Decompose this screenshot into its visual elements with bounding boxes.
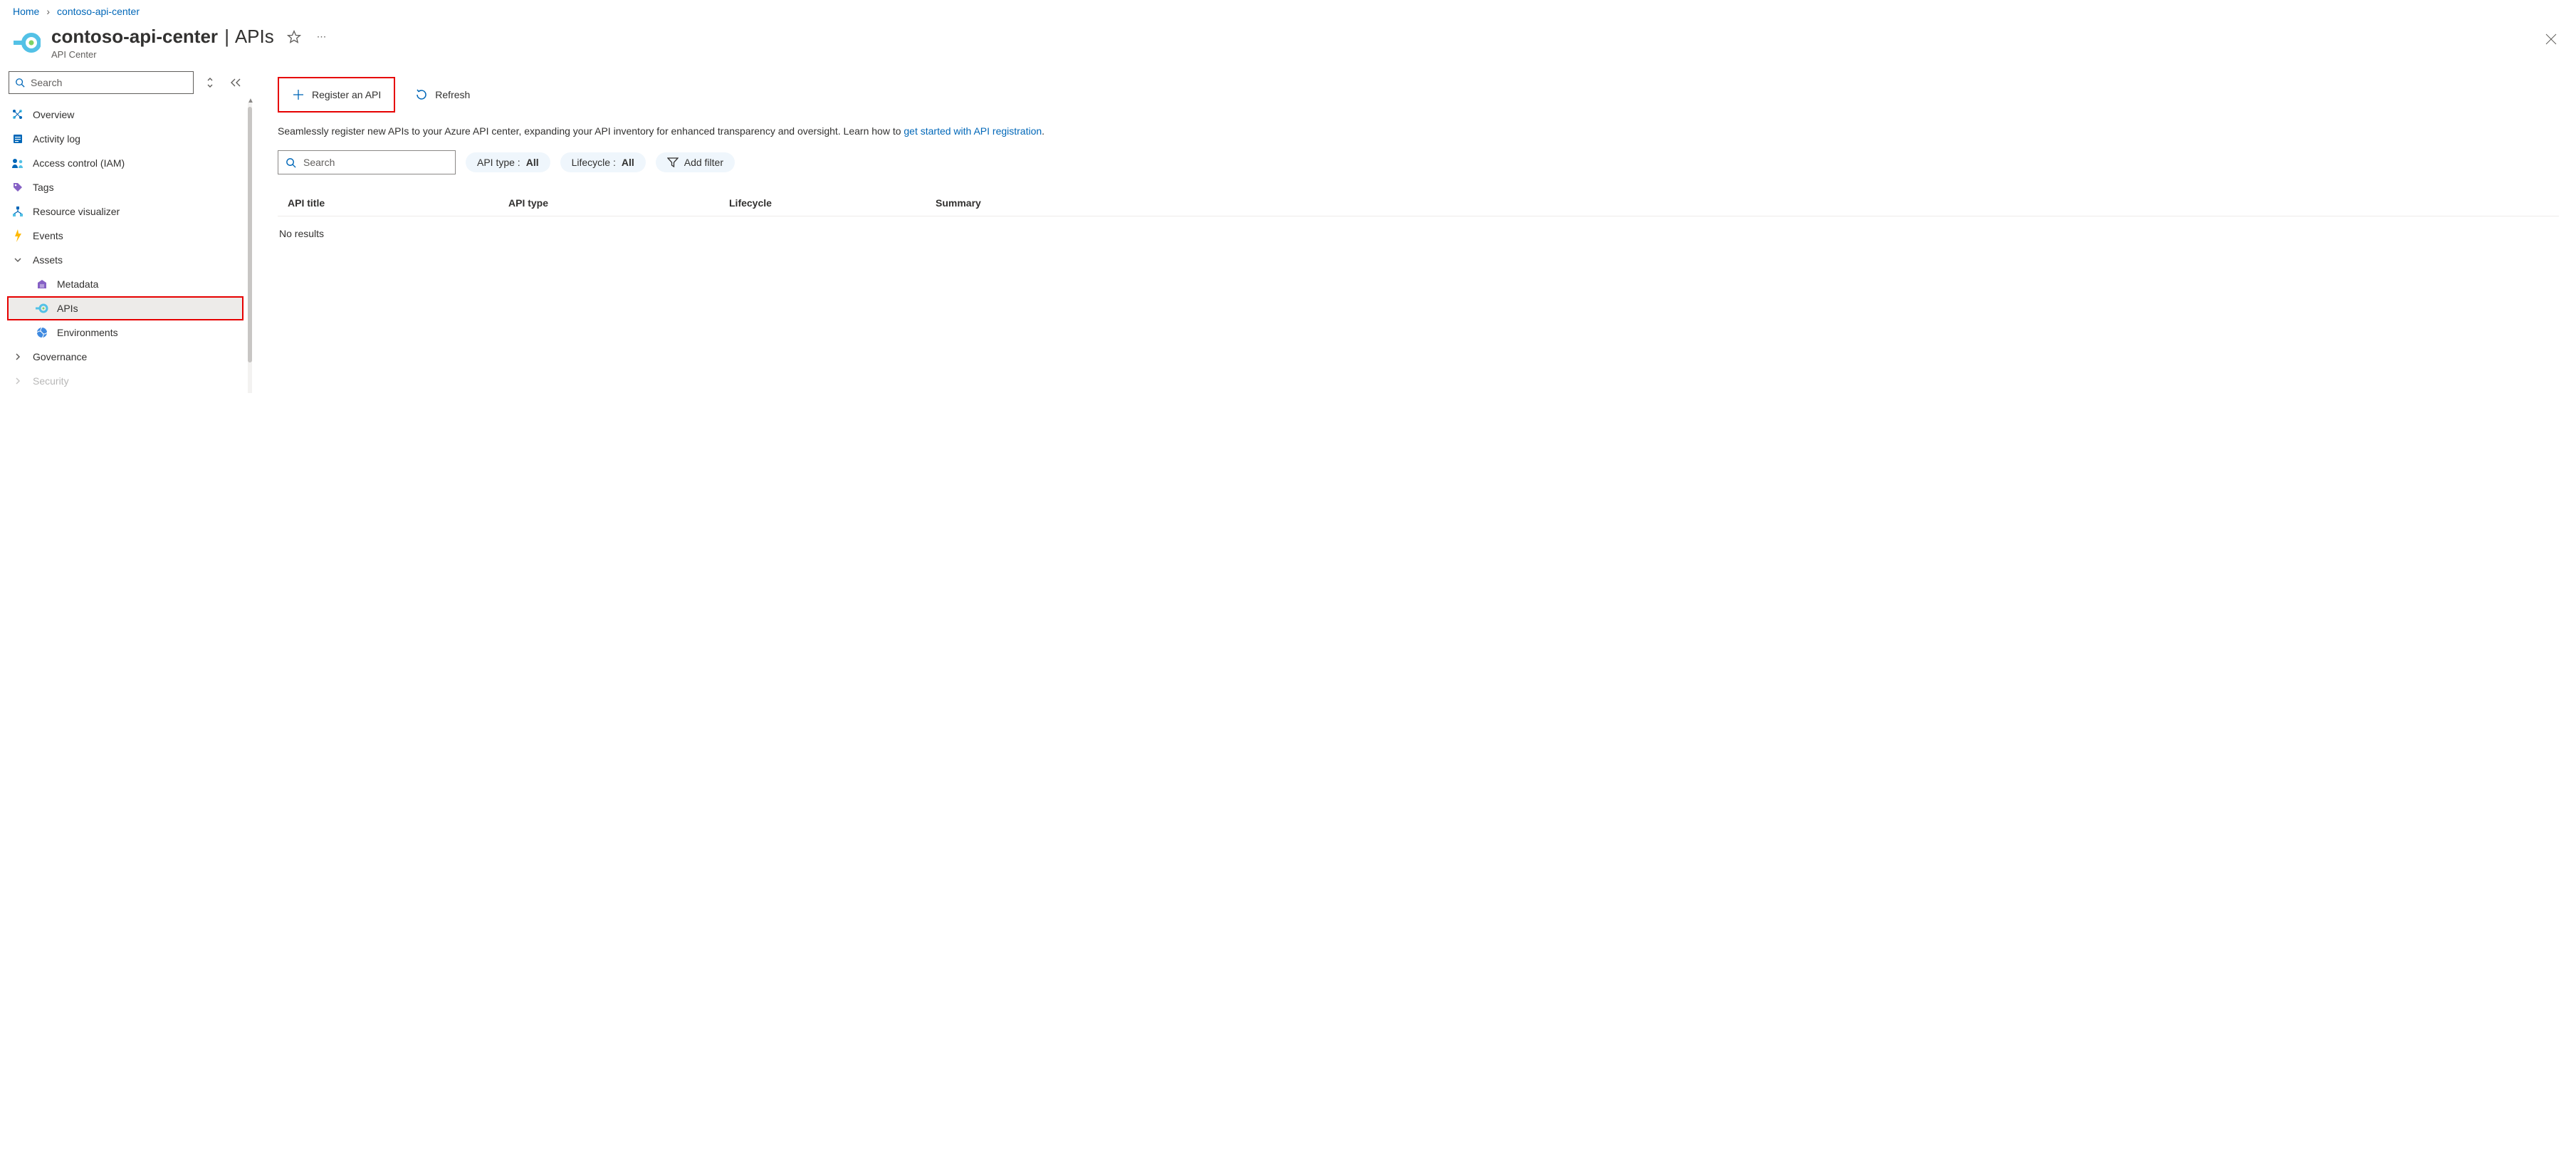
sidebar-item-metadata[interactable]: Metadata [7,272,244,296]
sidebar-item-label: Overview [33,109,74,120]
sidebar-group-security[interactable]: Security [7,369,244,393]
filter-api-type-label: API type : [477,157,520,168]
sidebar-group-label: Governance [33,351,87,362]
intro-suffix: . [1042,125,1044,137]
sidebar-scrollbar[interactable]: ▲ [248,103,252,393]
col-api-type[interactable]: API type [508,197,729,209]
filter-api-type[interactable]: API type : All [466,152,550,172]
chevron-right-icon [11,375,24,387]
scrollbar-thumb[interactable] [248,107,252,362]
filter-bar: API type : All Lifecycle : All Add filte… [278,150,2559,174]
favorite-button[interactable] [284,27,304,47]
access-control-icon [11,157,24,169]
main-content: Register an API Refresh Seamlessly regis… [252,68,2576,393]
add-filter-button[interactable]: Add filter [656,152,735,172]
search-icon [286,157,296,168]
sidebar-item-apis[interactable]: APIs [7,296,244,320]
ellipsis-icon: ⋯ [317,31,326,43]
add-filter-label: Add filter [684,157,723,168]
chevron-right-icon [11,350,24,363]
more-button[interactable]: ⋯ [314,28,329,46]
breadcrumb-home[interactable]: Home [13,6,39,17]
register-api-label: Register an API [312,89,381,100]
refresh-label: Refresh [435,89,470,100]
sidebar-group-label: Assets [33,254,63,266]
col-summary[interactable]: Summary [936,197,2549,209]
page-subtitle: API Center [51,49,2532,60]
api-center-icon [13,28,41,57]
filter-search-input[interactable] [302,156,448,169]
filter-lifecycle-value: All [622,157,634,168]
breadcrumb: Home › contoso-api-center [0,0,2576,21]
intro-body: Seamlessly register new APIs to your Azu… [278,125,904,137]
sidebar-item-label: Metadata [57,278,98,290]
page-header: contoso-api-center | APIs ⋯ API Center [0,21,2576,68]
filter-lifecycle[interactable]: Lifecycle : All [560,152,646,172]
col-lifecycle[interactable]: Lifecycle [729,197,936,209]
filter-lifecycle-label: Lifecycle : [572,157,616,168]
sidebar-item-label: Activity log [33,133,80,145]
filter-api-type-value: All [526,157,539,168]
sidebar-item-label: Resource visualizer [33,206,120,217]
refresh-icon [415,88,428,101]
plus-icon [292,88,305,101]
highlight-register: Register an API [278,77,395,113]
scroll-up-icon: ▲ [247,97,254,105]
search-icon [15,78,25,88]
chevron-down-icon [11,254,24,266]
sidebar-group-label: Security [33,375,69,387]
resource-visualizer-icon [11,205,24,218]
table-header: API title API type Lifecycle Summary [278,190,2559,216]
activity-log-icon [11,132,24,145]
apis-icon [36,302,48,315]
sidebar-nav: Overview Activity log Access control (IA… [7,103,246,393]
metadata-icon [36,278,48,291]
sidebar: Overview Activity log Access control (IA… [0,68,252,393]
sidebar-item-environments[interactable]: Environments [7,320,244,345]
sidebar-item-activity-log[interactable]: Activity log [7,127,244,151]
sidebar-item-tags[interactable]: Tags [7,175,244,199]
tags-icon [11,181,24,194]
filter-search[interactable] [278,150,456,174]
page-title: contoso-api-center | APIs [51,26,274,48]
sidebar-item-resource-visualizer[interactable]: Resource visualizer [7,199,244,224]
page-title-section: APIs [235,26,274,47]
close-button[interactable] [2542,30,2560,48]
sidebar-item-label: Tags [33,182,54,193]
page-title-resource: contoso-api-center [51,26,218,47]
sidebar-item-label: APIs [57,303,78,314]
sidebar-group-assets[interactable]: Assets [7,248,244,272]
collapse-sidebar-button[interactable] [226,73,245,92]
no-results: No results [278,216,2559,251]
refresh-button[interactable]: Refresh [408,83,477,107]
sidebar-item-overview[interactable]: Overview [7,103,244,127]
sidebar-item-label: Access control (IAM) [33,157,125,169]
sidebar-group-governance[interactable]: Governance [7,345,244,369]
sidebar-item-access-control[interactable]: Access control (IAM) [7,151,244,175]
events-icon [11,229,24,242]
overview-icon [11,108,24,121]
sidebar-search[interactable] [9,71,194,94]
chevron-right-icon: › [46,6,50,17]
sidebar-item-label: Events [33,230,63,241]
register-api-button[interactable]: Register an API [285,83,388,107]
col-api-title[interactable]: API title [288,197,508,209]
filter-icon [667,157,679,167]
sidebar-item-label: Environments [57,327,118,338]
expand-collapse-button[interactable] [201,73,219,92]
intro-text: Seamlessly register new APIs to your Azu… [278,124,2559,139]
sidebar-search-input[interactable] [29,76,187,89]
sidebar-item-events[interactable]: Events [7,224,244,248]
intro-link[interactable]: get started with API registration [904,125,1042,137]
breadcrumb-resource[interactable]: contoso-api-center [57,6,140,17]
toolbar: Register an API Refresh [278,74,2559,124]
environments-icon [36,326,48,339]
